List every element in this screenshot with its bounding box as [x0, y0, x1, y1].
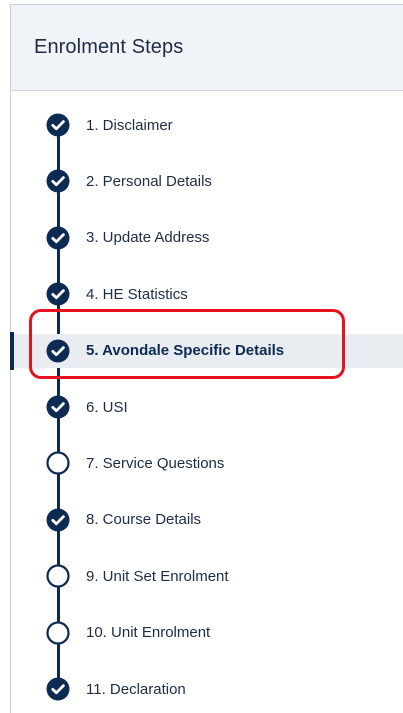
step-item-1[interactable]: 1. Disclaimer	[10, 108, 403, 142]
check-circle-icon	[46, 169, 70, 193]
empty-circle-icon	[46, 451, 70, 475]
step-item-11[interactable]: 11. Declaration	[10, 672, 403, 706]
step-label: 5. Avondale Specific Details	[86, 342, 285, 360]
step-label: 8. Course Details	[86, 511, 202, 529]
check-circle-icon	[46, 113, 70, 137]
step-item-7[interactable]: 7. Service Questions	[10, 446, 403, 480]
step-item-4[interactable]: 4. HE Statistics	[10, 277, 403, 311]
check-circle-icon	[46, 339, 70, 363]
empty-circle-icon	[46, 564, 70, 588]
step-item-8[interactable]: 8. Course Details	[10, 503, 403, 537]
step-item-9[interactable]: 9. Unit Set Enrolment	[10, 559, 403, 593]
check-circle-icon	[46, 282, 70, 306]
step-item-5[interactable]: 5. Avondale Specific Details	[14, 333, 403, 368]
step-label: 7. Service Questions	[86, 454, 225, 472]
check-circle-icon	[46, 508, 70, 532]
check-circle-icon	[46, 226, 70, 250]
step-label: 3. Update Address	[86, 229, 210, 247]
step-label: 6. USI	[86, 398, 128, 416]
step-label: 2. Personal Details	[86, 172, 212, 190]
step-label: 1. Disclaimer	[86, 116, 173, 134]
step-item-6[interactable]: 6. USI	[10, 390, 403, 424]
steps-list: 1. Disclaimer 2. Personal Details 3. Updat…	[10, 0, 403, 713]
step-label: 9. Unit Set Enrolment	[86, 567, 229, 585]
empty-circle-icon	[46, 620, 70, 645]
step-label: 11. Declaration	[86, 680, 186, 698]
step-item-3[interactable]: 3. Update Address	[10, 221, 403, 255]
step-label: 4. HE Statistics	[86, 285, 188, 303]
check-circle-icon	[46, 395, 70, 419]
step-item-2[interactable]: 2. Personal Details	[10, 164, 403, 198]
check-circle-icon	[46, 677, 70, 701]
step-label: 10. Unit Enrolment	[86, 624, 211, 642]
step-item-10[interactable]: 10. Unit Enrolment	[10, 616, 403, 650]
